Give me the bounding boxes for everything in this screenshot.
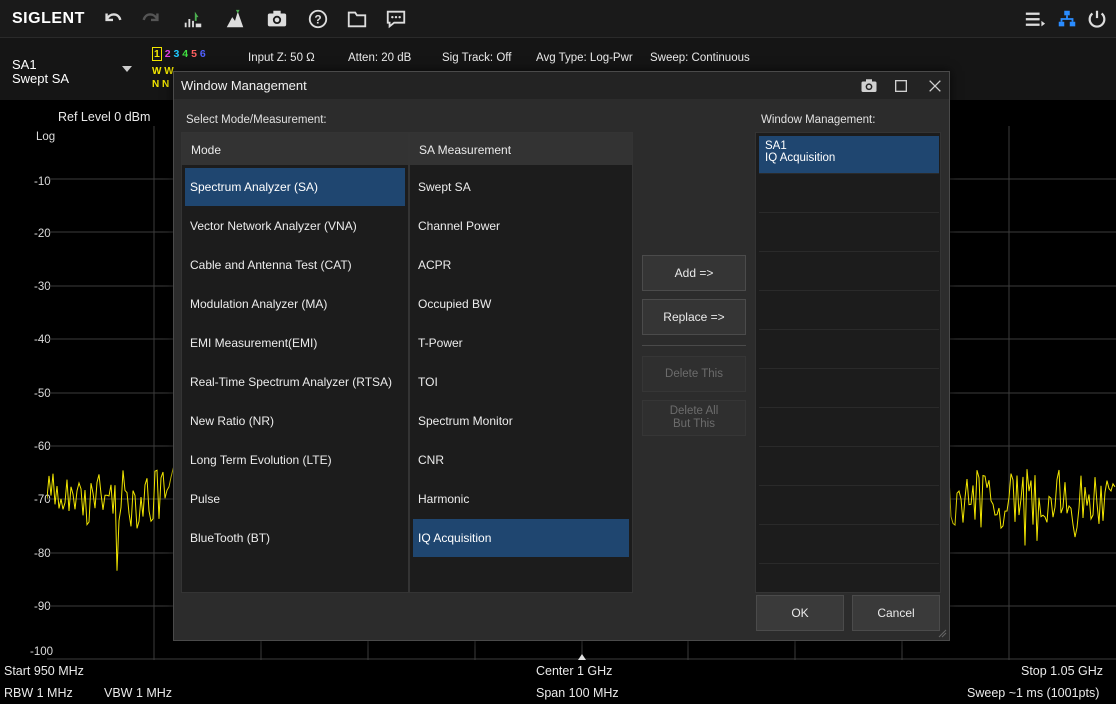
ok-button[interactable]: OK (756, 595, 844, 631)
divider (642, 345, 746, 346)
trace-modes: W W N N (152, 65, 174, 91)
mode-item-sa[interactable]: Spectrum Analyzer (SA) (185, 168, 405, 206)
camera-icon[interactable] (860, 77, 878, 95)
mode-name: SA1 (12, 57, 37, 72)
measurement-name: Swept SA (12, 71, 70, 86)
rbw[interactable]: RBW 1 MHz (4, 686, 73, 700)
trace-indicators[interactable]: 1 2 3 4 5 6 (152, 47, 206, 61)
replace-button[interactable]: Replace => (642, 299, 746, 335)
trace-4[interactable]: 4 (182, 48, 188, 60)
window-management-dialog: Window Management Select Mode/Measuremen… (173, 71, 950, 641)
mode-item-bt[interactable]: BlueTooth (BT) (185, 519, 405, 557)
folder-icon[interactable] (344, 6, 370, 32)
window-slot-empty[interactable] (759, 253, 939, 291)
mode-item-rtsa[interactable]: Real-Time Spectrum Analyzer (RTSA) (185, 363, 405, 401)
attenuation[interactable]: Atten: 20 dB (348, 52, 411, 64)
add-button[interactable]: Add => (642, 255, 746, 291)
center-frequency[interactable]: Center 1 GHz (536, 664, 612, 678)
window-management-list: SA1 IQ Acquisition (755, 132, 941, 593)
window-item-measurement: IQ Acquisition (765, 152, 836, 164)
average-type[interactable]: Avg Type: Log-Pwr (536, 52, 633, 64)
delete-all-line1: Delete All (669, 405, 719, 417)
redo-icon[interactable] (138, 6, 164, 32)
siglent-logo: SIGLENT (12, 10, 85, 27)
start-frequency[interactable]: Start 950 MHz (4, 664, 84, 678)
camera-icon[interactable] (264, 6, 290, 32)
window-slot-empty[interactable] (759, 409, 939, 447)
measurement-item[interactable]: TOI (413, 363, 629, 401)
sweep-mode[interactable]: Sweep: Continuous (650, 52, 750, 64)
mode-selector[interactable]: SA1 Swept SA (12, 58, 69, 86)
power-icon[interactable] (1084, 6, 1110, 32)
window-item-selected[interactable]: SA1 IQ Acquisition (759, 136, 939, 174)
window-slot-empty[interactable] (759, 292, 939, 330)
delete-all-line2: But This (673, 418, 715, 430)
window-slot-empty[interactable] (759, 175, 939, 213)
span[interactable]: Span 100 MHz (536, 686, 619, 700)
menu-icon[interactable] (1022, 6, 1048, 32)
select-mode-label: Select Mode/Measurement: (186, 114, 327, 126)
delete-this-button[interactable]: Delete This (642, 356, 746, 392)
trace-1[interactable]: 1 (152, 47, 162, 61)
measurement-item[interactable]: CNR (413, 441, 629, 479)
svg-text:?: ? (314, 13, 321, 27)
sweep-time[interactable]: Sweep ~1 ms (1001pts) (967, 686, 1099, 700)
signal-tracking[interactable]: Sig Track: Off (442, 52, 511, 64)
window-slot-empty[interactable] (759, 370, 939, 408)
window-slot-empty[interactable] (759, 526, 939, 564)
window-slot-empty[interactable] (759, 214, 939, 252)
measurement-item[interactable]: T-Power (413, 324, 629, 362)
measurement-item[interactable]: Harmonic (413, 480, 629, 518)
chat-icon[interactable] (383, 6, 409, 32)
mode-item-cat[interactable]: Cable and Antenna Test (CAT) (185, 246, 405, 284)
measurement-item[interactable]: Swept SA (413, 168, 629, 206)
input-impedance[interactable]: Input Z: 50 Ω (248, 52, 315, 64)
maximize-icon[interactable] (892, 77, 910, 95)
trace-2[interactable]: 2 (165, 48, 171, 60)
undo-icon[interactable] (100, 6, 126, 32)
dialog-title-bar[interactable]: Window Management (174, 72, 949, 99)
delete-all-but-this-button[interactable]: Delete All But This (642, 400, 746, 436)
window-slot-empty[interactable] (759, 487, 939, 525)
trace-type-row: W W (152, 66, 174, 77)
mode-item-lte[interactable]: Long Term Evolution (LTE) (185, 441, 405, 479)
measurement-item-selected[interactable]: IQ Acquisition (413, 519, 629, 557)
trace-3[interactable]: 3 (174, 48, 180, 60)
peak-search-icon[interactable] (222, 6, 248, 32)
measurement-item[interactable]: Channel Power (413, 207, 629, 245)
window-slot-empty[interactable] (759, 331, 939, 369)
top-toolbar: SIGLENT ? (0, 0, 1116, 38)
stop-frequency[interactable]: Stop 1.05 GHz (1021, 664, 1103, 678)
measurement-item[interactable]: ACPR (413, 246, 629, 284)
mode-header: Mode (182, 133, 408, 165)
network-icon[interactable] (1054, 6, 1080, 32)
measurement-item[interactable]: Spectrum Monitor (413, 402, 629, 440)
window-slot-empty[interactable] (759, 448, 939, 486)
measurement-item[interactable]: Occupied BW (413, 285, 629, 323)
dialog-title: Window Management (181, 78, 307, 93)
window-management-label: Window Management: (761, 114, 876, 126)
trace-6[interactable]: 6 (200, 48, 206, 60)
measurement-list: SA Measurement Swept SA Channel Power AC… (409, 132, 633, 593)
auto-tune-icon[interactable] (180, 6, 206, 32)
measurement-header: SA Measurement (410, 133, 632, 165)
cancel-button[interactable]: Cancel (852, 595, 940, 631)
mode-list: Mode Spectrum Analyzer (SA) Vector Netwo… (181, 132, 409, 593)
resize-grip-icon[interactable] (937, 628, 947, 638)
center-marker-icon (578, 654, 586, 660)
mode-item-vna[interactable]: Vector Network Analyzer (VNA) (185, 207, 405, 245)
vbw[interactable]: VBW 1 MHz (104, 686, 172, 700)
chevron-down-icon[interactable] (122, 66, 132, 72)
mode-item-ma[interactable]: Modulation Analyzer (MA) (185, 285, 405, 323)
mode-item-nr[interactable]: New Ratio (NR) (185, 402, 405, 440)
ref-level[interactable]: Ref Level 0 dBm (58, 110, 150, 124)
trace-detector-row: N N (152, 79, 170, 90)
mode-item-emi[interactable]: EMI Measurement(EMI) (185, 324, 405, 362)
close-icon[interactable] (926, 77, 944, 95)
window-item-name: SA1 (765, 140, 787, 152)
mode-item-pulse[interactable]: Pulse (185, 480, 405, 518)
trace-5[interactable]: 5 (191, 48, 197, 60)
help-icon[interactable]: ? (305, 6, 331, 32)
